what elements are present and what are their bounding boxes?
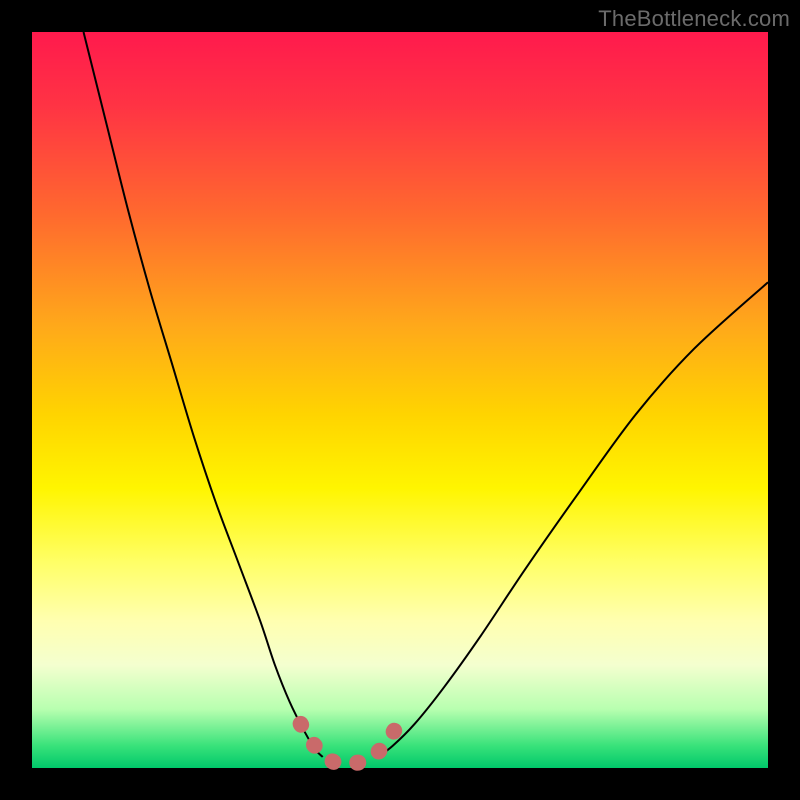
right-curve-path bbox=[378, 282, 768, 757]
chart-stage: TheBottleneck.com bbox=[0, 0, 800, 800]
plot-svg bbox=[32, 32, 768, 768]
watermark-text: TheBottleneck.com bbox=[598, 6, 790, 32]
minimum-marker-path bbox=[301, 724, 397, 764]
series-group bbox=[84, 32, 768, 764]
plot-area bbox=[32, 32, 768, 768]
left-curve-path bbox=[84, 32, 323, 757]
